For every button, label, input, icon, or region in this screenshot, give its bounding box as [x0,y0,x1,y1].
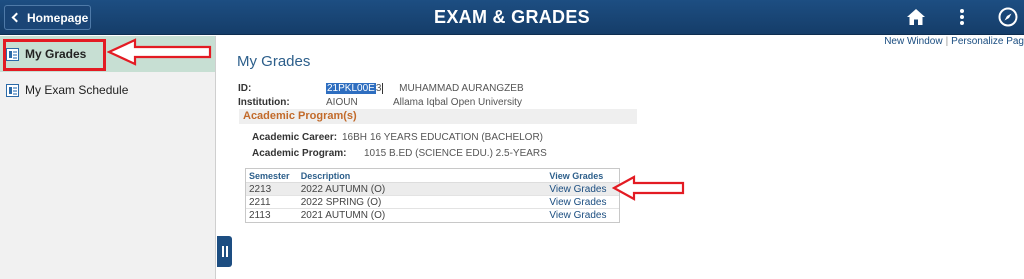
annotation-highlight-box [3,39,106,71]
student-id-rest: 3 [375,83,382,95]
academic-career-label: Academic Career: [252,132,338,143]
academic-career-code: 16BH [342,132,368,143]
column-header: Semester [249,170,290,181]
sidebar-item-label: My Exam Schedule [25,83,129,97]
top-links: New Window | Personalize Pag [884,36,1024,47]
student-id-selected: 21PKL00E [326,83,376,95]
view-grades-link[interactable]: View Grades [549,197,619,208]
annotation-arrow-icon [612,175,685,201]
institution-name: Allama Iqbal Open University [393,97,522,108]
main-content: New Window | Personalize Pag My Grades ID:… [217,36,1024,279]
column-header: Description [300,170,351,181]
text-cursor-icon [382,83,386,94]
id-label: ID: [238,83,252,95]
page-header-title: EXAM & GRADES [434,7,590,27]
table-row: 2213 2022 AUTUMN (O) View Grades [246,183,619,196]
compass-icon[interactable] [996,5,1020,29]
personalize-page-link[interactable]: Personalize Pag [951,36,1024,47]
table-row: 2211 2022 SPRING (O) View Grades [246,196,619,209]
view-grades-link[interactable]: View Grades [549,184,619,195]
description-cell: 2022 AUTUMN (O) [300,183,386,195]
sidebar-item-my-exam-schedule[interactable]: My Exam Schedule [0,72,215,108]
description-cell: 2022 SPRING (O) [300,196,382,208]
more-vertical-icon[interactable] [950,5,974,29]
academic-program-desc: B.ED (SCIENCE EDU.) 2.5-YEARS [389,148,547,159]
page-icon [6,83,19,97]
column-header: View Grades [549,170,604,181]
id-row: ID: 21PKL00E3 MUHAMMAD AURANGZEB [238,83,524,95]
view-grades-link[interactable]: View Grades [549,210,619,221]
sidebar: My Grades My Exam Schedule [0,36,216,279]
academic-career-row: Academic Career: 16BH 16 YEARS EDUCATION (… [252,132,543,143]
home-icon[interactable] [904,5,928,29]
academic-program-code: 1015 [364,148,387,159]
table-header: Semester Description View Grades [246,169,619,183]
semester-cell: 2113 [249,210,271,221]
annotation-arrow-icon [107,38,212,66]
description-cell: 2021 AUTUMN (O) [300,210,386,221]
institution-row: Institution: AIOUN Allama Iqbal Open Unive… [238,97,522,108]
institution-code: AIOUN [326,97,358,108]
academic-career-desc: 16 YEARS EDUCATION (BACHELOR) [370,132,544,143]
semester-cell: 2213 [249,183,272,195]
semester-cell: 2211 [249,196,271,208]
institution-label: Institution: [238,97,290,108]
academic-program-row: Academic Program: 1015 B.ED (SCIENCE EDU.)… [252,148,547,159]
table-row: 2113 2021 AUTUMN (O) View Grades [246,209,619,222]
student-name: MUHAMMAD AURANGZEB [399,83,524,95]
new-window-link[interactable]: New Window [884,36,942,47]
grades-table: Semester Description View Grades 2213 20… [245,168,620,223]
page-title: My Grades [237,53,311,70]
top-banner: Homepage EXAM & GRADES [0,0,1024,35]
student-id[interactable]: 21PKL00E3 [326,83,386,95]
academic-programs-section-header: Academic Program(s) [239,109,637,124]
academic-program-label: Academic Program: [252,148,347,159]
